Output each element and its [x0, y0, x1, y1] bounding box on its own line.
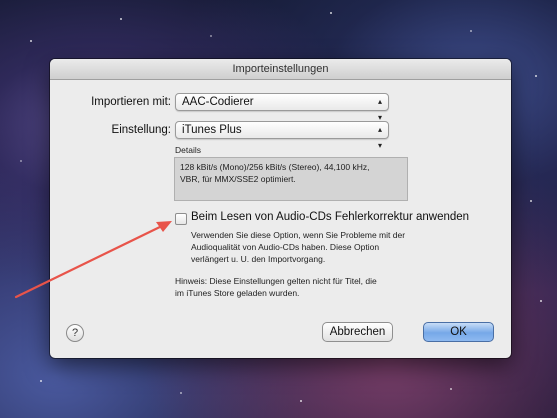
- annotation-arrow: [14, 221, 172, 299]
